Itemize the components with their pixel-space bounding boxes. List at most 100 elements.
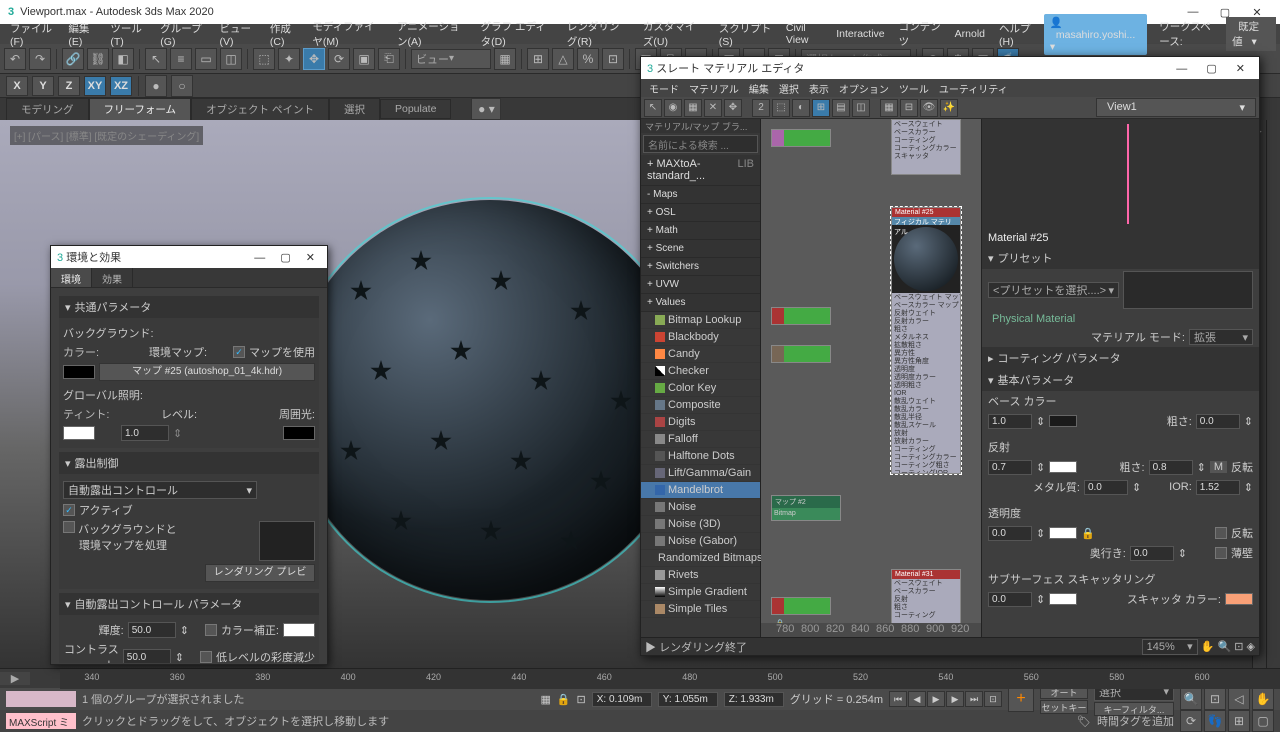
- st-move[interactable]: ✥: [724, 99, 742, 117]
- cat-uvw[interactable]: + UVW: [641, 276, 760, 294]
- exposure-dropdown[interactable]: 自動露出コントロール▾: [63, 481, 257, 499]
- st-eye[interactable]: 👁: [920, 99, 938, 117]
- st-2x[interactable]: 2: [752, 99, 770, 117]
- rollout-exposure[interactable]: ▾ 露出制御: [59, 452, 319, 474]
- st-layout2[interactable]: ⊟: [900, 99, 918, 117]
- lock-icon[interactable]: 🔒: [557, 693, 571, 706]
- item-simplegradient[interactable]: Simple Gradient: [641, 584, 760, 601]
- depth-input[interactable]: [1130, 546, 1174, 561]
- tab-freeform[interactable]: フリーフォーム: [89, 98, 192, 121]
- menu-interactive[interactable]: Interactive: [830, 26, 890, 42]
- nav-zoom-icon[interactable]: 🔍: [1217, 641, 1231, 653]
- redo-button[interactable]: ↷: [29, 48, 51, 70]
- isolate-icon[interactable]: ⊡: [577, 693, 586, 706]
- link-button[interactable]: 🔗: [62, 48, 84, 70]
- axis-y[interactable]: Y: [32, 76, 54, 96]
- coord-y[interactable]: Y: 1.055m: [658, 692, 718, 707]
- menu-animation[interactable]: アニメーション(A): [391, 17, 473, 51]
- percent-snap[interactable]: %: [577, 48, 599, 70]
- scatter-swatch[interactable]: [1225, 593, 1253, 605]
- tool-icon[interactable]: ●: [145, 75, 167, 97]
- bg-envmap-check[interactable]: [63, 521, 75, 533]
- cat-maps[interactable]: - Maps: [641, 186, 760, 204]
- colorcorr-check[interactable]: [205, 624, 217, 636]
- st-vid[interactable]: ▤: [832, 99, 850, 117]
- item-noise3d[interactable]: Noise (3D): [641, 516, 760, 533]
- st-back[interactable]: ⬚: [772, 99, 790, 117]
- smenu-material[interactable]: マテリアル: [685, 80, 743, 97]
- menu-arnold[interactable]: Arnold: [949, 26, 991, 42]
- cc-swatch[interactable]: [283, 623, 315, 637]
- spinner-snap[interactable]: ⊡: [602, 48, 624, 70]
- mat-node-25[interactable]: Material #25 フィジカル マテリアル ベースウェイト マップベースカ…: [891, 207, 961, 474]
- cat-scene[interactable]: + Scene: [641, 240, 760, 258]
- rollout-preset[interactable]: ▾ プリセット: [982, 247, 1259, 269]
- thin-check[interactable]: [1215, 547, 1227, 559]
- map-node-bitmap[interactable]: マップ #2 Bitmap: [771, 495, 841, 521]
- undo-button[interactable]: ↶: [4, 48, 26, 70]
- item-composite[interactable]: Composite: [641, 397, 760, 414]
- maxscript-listener[interactable]: MAXScript ミ: [6, 713, 76, 729]
- base-input[interactable]: [988, 414, 1032, 429]
- st-grid[interactable]: ⊞: [812, 99, 830, 117]
- rough1-input[interactable]: [1196, 414, 1240, 429]
- env-min-button[interactable]: —: [248, 252, 271, 264]
- place-button[interactable]: ⎗: [378, 48, 400, 70]
- map-node2[interactable]: [771, 307, 831, 325]
- contrast-input[interactable]: [123, 649, 171, 663]
- rotate-button[interactable]: ⟳: [328, 48, 350, 70]
- st-del[interactable]: ✕: [704, 99, 722, 117]
- smenu-edit[interactable]: 編集: [745, 80, 773, 97]
- smenu-utility[interactable]: ユーティリティ: [935, 80, 1012, 97]
- metal-input[interactable]: [1084, 480, 1128, 495]
- timeline-play-icon[interactable]: ▶: [11, 672, 19, 685]
- nav-pan-icon[interactable]: ✋: [1201, 641, 1215, 653]
- select-object-button[interactable]: ⬚: [253, 48, 275, 70]
- move-button[interactable]: ✥: [303, 48, 325, 70]
- prev-frame[interactable]: ◀: [908, 691, 926, 707]
- st-wand[interactable]: ✨: [940, 99, 958, 117]
- addtag-label[interactable]: 時間タグを追加: [1097, 713, 1174, 729]
- item-rivets[interactable]: Rivets: [641, 567, 760, 584]
- env-tab-env[interactable]: 環境: [51, 268, 92, 287]
- st-assign[interactable]: ◉: [664, 99, 682, 117]
- menu-edit[interactable]: 編集(E): [62, 19, 102, 50]
- map-node4[interactable]: [771, 597, 831, 615]
- item-randbitmap[interactable]: Randomized Bitmaps: [641, 550, 760, 567]
- lib-header[interactable]: + MAXtoA-standard_...LIB: [641, 155, 760, 186]
- active-check[interactable]: [63, 504, 75, 516]
- nav-zoomall[interactable]: ⊡: [1204, 688, 1226, 710]
- menu-modifier[interactable]: モディファイヤ(M): [306, 17, 389, 51]
- viewport-label[interactable]: [+] [パース] [標準] [既定のシェーディング]: [10, 126, 203, 145]
- slate-node-view[interactable]: ベースウェイトベースカラーコーティングコーティングカラースキャッタ Materi…: [761, 119, 981, 637]
- user-account[interactable]: 👤 masahiro.yoshi... ▾: [1044, 14, 1147, 55]
- tint-swatch[interactable]: [63, 426, 95, 440]
- item-mandelbrot[interactable]: Mandelbrot: [641, 482, 760, 499]
- map-node1[interactable]: [771, 129, 831, 147]
- mat-node-bottom[interactable]: Material #31 ベースウェイトベースカラー反射粗さコーティング: [891, 569, 961, 629]
- lock-selection-icon[interactable]: ▦: [540, 693, 550, 706]
- reflect-input[interactable]: [988, 460, 1032, 475]
- next-frame[interactable]: ▶: [946, 691, 964, 707]
- item-simpletiles[interactable]: Simple Tiles: [641, 601, 760, 618]
- tab-populate[interactable]: Populate: [380, 99, 451, 119]
- item-candy[interactable]: Candy: [641, 346, 760, 363]
- menu-tools[interactable]: ツール(T): [104, 19, 152, 50]
- item-checker[interactable]: Checker: [641, 363, 760, 380]
- smenu-mode[interactable]: モード: [645, 80, 683, 97]
- bg-color-swatch[interactable]: [63, 365, 95, 379]
- cat-values[interactable]: + Values: [641, 294, 760, 312]
- unlink-button[interactable]: ⛓: [87, 48, 109, 70]
- sss-input[interactable]: [988, 592, 1032, 607]
- rollout-common[interactable]: ▾ 共通パラメータ: [59, 296, 319, 318]
- cat-osl[interactable]: + OSL: [641, 204, 760, 222]
- sss-swatch[interactable]: [1049, 593, 1077, 605]
- menu-file[interactable]: ファイル(F): [4, 19, 60, 50]
- ribbon-toggle[interactable]: ● ▾: [471, 98, 501, 120]
- menu-customize[interactable]: カスタマイズ(U): [637, 17, 711, 51]
- setkey-button[interactable]: セットキー: [1040, 700, 1088, 714]
- tab-objectpaint[interactable]: オブジェクト ペイント: [191, 98, 329, 121]
- snap-toggle[interactable]: ⊞: [527, 48, 549, 70]
- menu-create[interactable]: 作成(C): [264, 19, 304, 50]
- item-noise[interactable]: Noise: [641, 499, 760, 516]
